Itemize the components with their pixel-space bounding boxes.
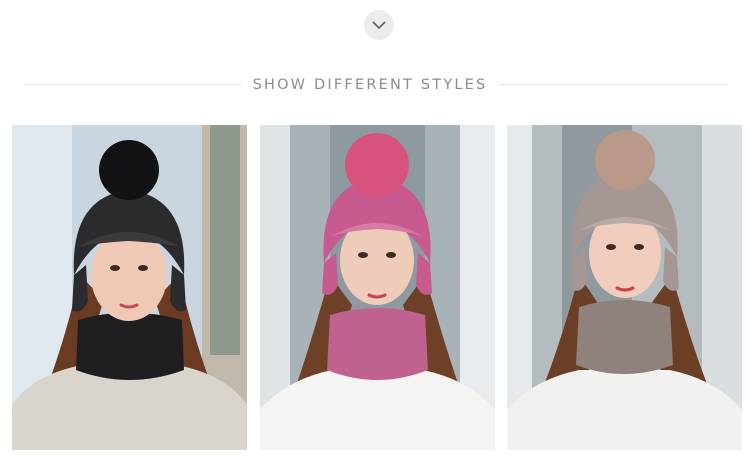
- model-image-pink: [260, 125, 495, 450]
- product-photo-pink[interactable]: [260, 125, 495, 450]
- model-image-black: [12, 125, 247, 450]
- product-photo-taupe[interactable]: [507, 125, 742, 450]
- chevron-down-icon: [372, 21, 386, 29]
- scroll-down-button[interactable]: [364, 10, 394, 40]
- product-photo-black[interactable]: [12, 125, 247, 450]
- section-title: SHOW DIFFERENT STYLES: [0, 76, 740, 94]
- section-title-text: SHOW DIFFERENT STYLES: [240, 77, 500, 93]
- model-image-taupe: [507, 125, 742, 450]
